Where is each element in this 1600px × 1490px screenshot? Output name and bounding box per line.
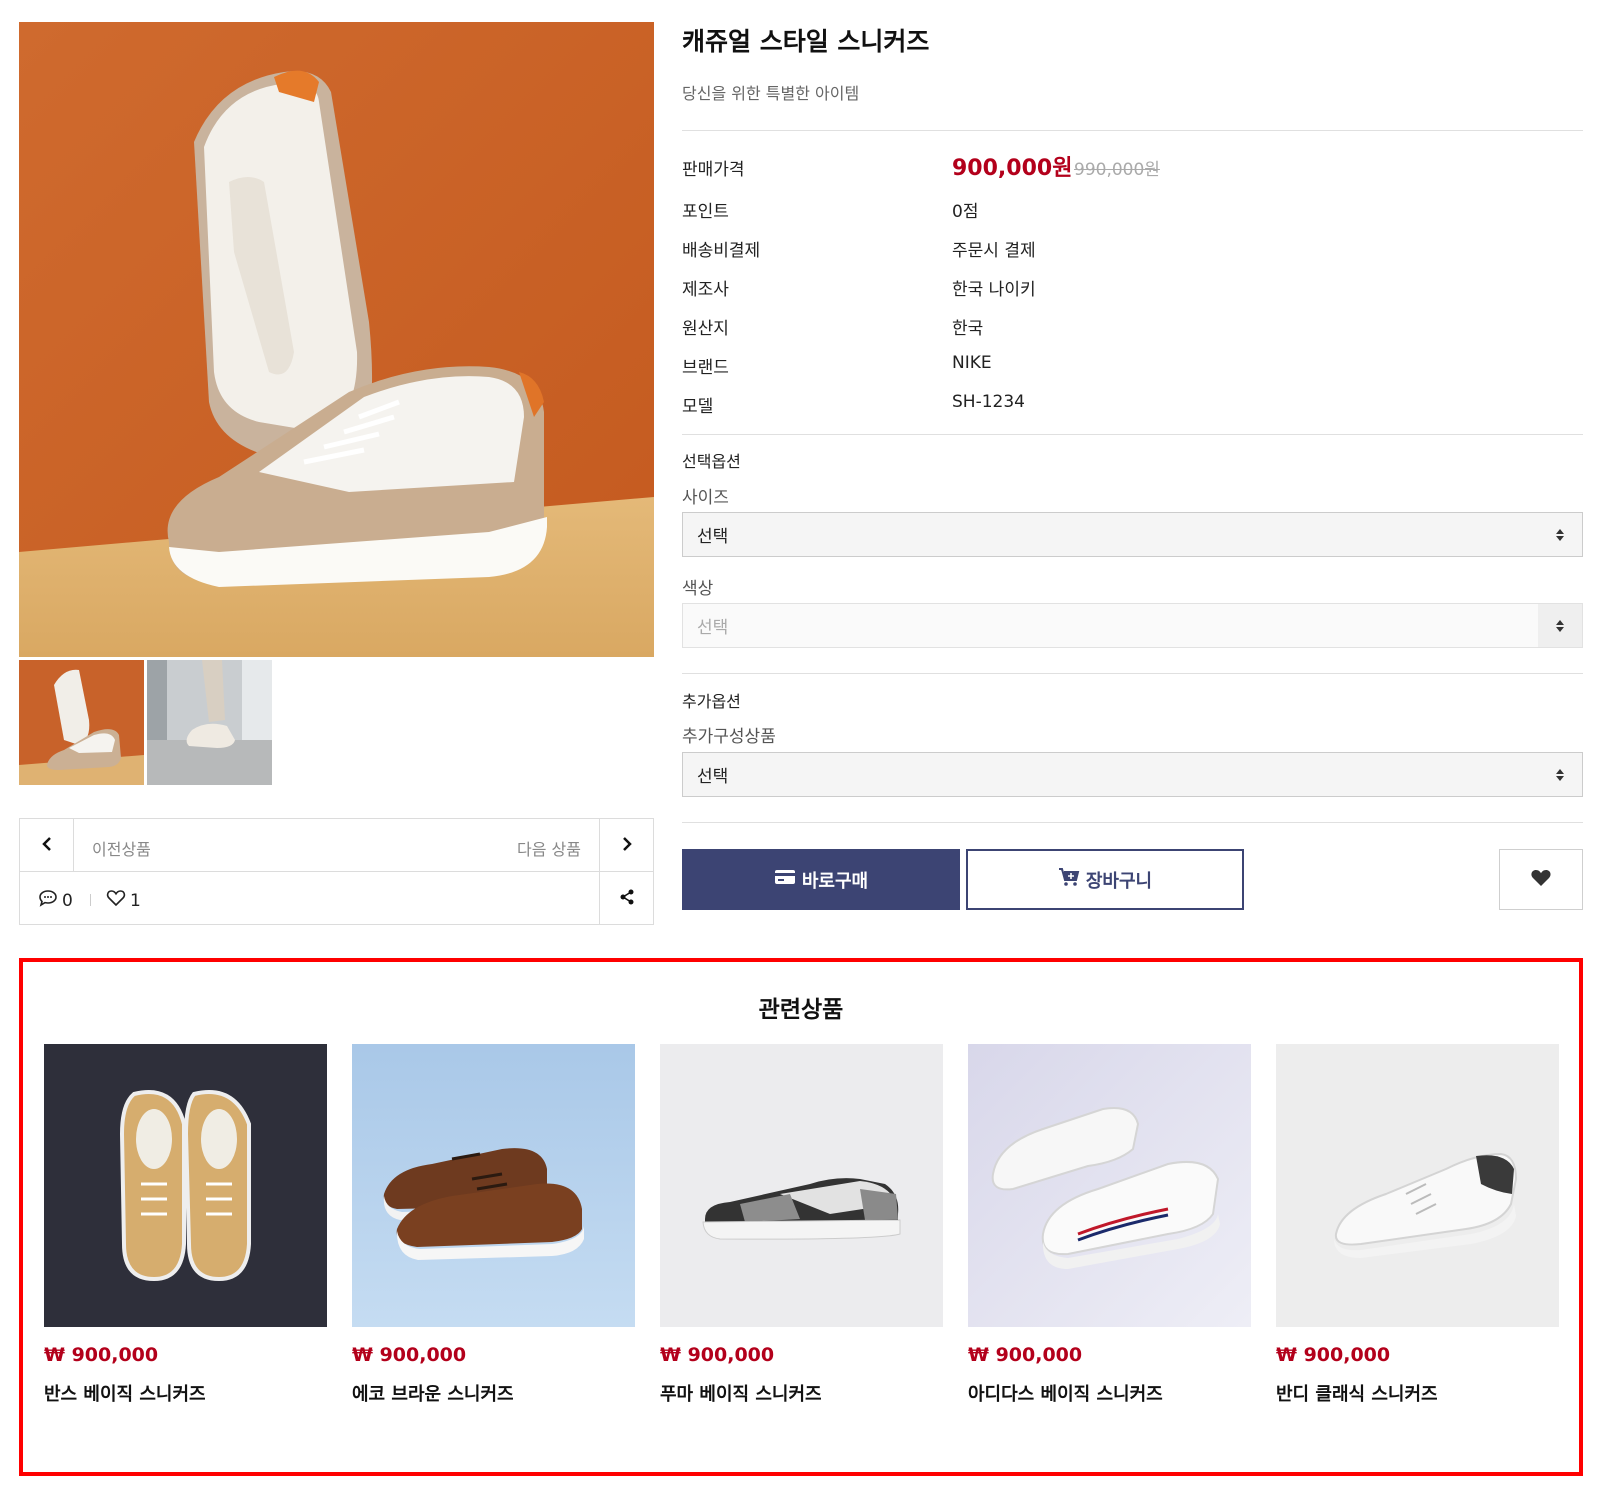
related-product-image[interactable]	[1276, 1044, 1559, 1327]
prev-product-link[interactable]: 이전상품	[92, 836, 151, 860]
info-value-manufacturer: 한국 나이키	[952, 280, 1036, 300]
divider	[682, 434, 1583, 435]
related-product-price: ₩ 900,000	[968, 1344, 1083, 1366]
main-product-image	[19, 22, 654, 657]
buy-now-label: 바로구매	[801, 870, 869, 892]
credit-card-icon	[774, 869, 796, 890]
product-title: 캐쥬얼 스타일 스니커즈	[682, 27, 930, 56]
related-product-name[interactable]: 반스 베이직 스니커즈	[44, 1380, 327, 1406]
extra-product-select[interactable]: 선택	[682, 752, 1583, 797]
related-products-section: 관련상품 ₩ 900,000 반스 베이직 스니커즈 ₩ 900,000 에코 …	[19, 958, 1583, 1476]
related-product-card[interactable]: ₩ 900,000 반스 베이직 스니커즈	[44, 1044, 327, 1406]
info-value-points: 0점	[952, 202, 979, 222]
info-label-manufacturer: 제조사	[682, 280, 729, 300]
related-product-card[interactable]: ₩ 900,000 아디다스 베이직 스니커즈	[968, 1044, 1251, 1406]
cart-plus-icon	[1058, 867, 1080, 892]
sort-arrows-icon	[1538, 604, 1582, 647]
prev-product-button[interactable]	[20, 819, 74, 872]
info-label-model: 모델	[682, 397, 714, 417]
related-product-card[interactable]: ₩ 900,000 반디 클래식 스니커즈	[1276, 1044, 1559, 1406]
price-label: 판매가격	[682, 160, 745, 180]
product-subtitle: 당신을 위한 특별한 아이템	[682, 84, 860, 103]
like-count[interactable]: 1	[106, 889, 141, 912]
divider	[90, 894, 91, 906]
related-product-price: ₩ 900,000	[1276, 1344, 1391, 1366]
related-product-image[interactable]	[660, 1044, 943, 1327]
related-product-card[interactable]: ₩ 900,000 푸마 베이직 스니커즈	[660, 1044, 943, 1406]
info-value-model: SH-1234	[952, 392, 1025, 412]
thumbnail-2[interactable]	[147, 660, 272, 785]
info-value-origin: 한국	[952, 319, 984, 339]
options-heading: 선택옵션	[682, 452, 741, 471]
chevron-left-icon	[40, 836, 54, 856]
info-label-points: 포인트	[682, 202, 729, 222]
related-product-name[interactable]: 푸마 베이직 스니커즈	[660, 1380, 943, 1406]
related-product-card[interactable]: ₩ 900,000 에코 브라운 스니커즈	[352, 1044, 635, 1406]
buy-now-button[interactable]: 바로구매	[682, 849, 960, 910]
share-icon	[619, 889, 635, 909]
original-price: 990,000원	[1074, 160, 1160, 180]
sort-arrows-icon	[1538, 753, 1582, 796]
next-product-link[interactable]: 다음 상품	[517, 836, 581, 860]
comment-count-value: 0	[62, 890, 73, 911]
info-value-brand: NIKE	[952, 353, 992, 373]
divider	[682, 130, 1583, 131]
product-navigation: 이전상품 다음 상품 0 1	[19, 818, 654, 925]
heart-icon	[1530, 868, 1552, 892]
add-to-cart-button[interactable]: 장바구니	[966, 849, 1244, 910]
sort-arrows-icon	[1538, 513, 1582, 556]
related-product-name[interactable]: 반디 클래식 스니커즈	[1276, 1380, 1559, 1406]
related-product-name[interactable]: 에코 브라운 스니커즈	[352, 1380, 635, 1406]
comment-count[interactable]: 0	[38, 889, 73, 912]
size-select-value: 선택	[697, 527, 729, 547]
color-select-value: 선택	[697, 618, 729, 638]
extra-options-heading: 추가옵션	[682, 692, 741, 711]
next-product-button[interactable]	[599, 819, 653, 872]
heart-outline-icon	[106, 889, 126, 912]
related-product-image[interactable]	[44, 1044, 327, 1327]
color-select[interactable]: 선택	[682, 603, 1583, 648]
chevron-right-icon	[620, 836, 634, 856]
color-label: 색상	[682, 579, 714, 599]
extra-select-value: 선택	[697, 767, 729, 787]
comment-icon	[38, 889, 58, 912]
wishlist-button[interactable]	[1499, 849, 1583, 910]
divider	[682, 673, 1583, 674]
info-label-brand: 브랜드	[682, 358, 729, 378]
size-label: 사이즈	[682, 488, 729, 508]
info-value-shipping: 주문시 결제	[952, 241, 1036, 261]
related-product-price: ₩ 900,000	[352, 1344, 467, 1366]
divider	[682, 822, 1583, 823]
thumbnail-1[interactable]	[19, 660, 144, 785]
like-count-value: 1	[130, 890, 141, 911]
related-product-price: ₩ 900,000	[44, 1344, 159, 1366]
related-product-name[interactable]: 아디다스 베이직 스니커즈	[968, 1380, 1251, 1406]
extra-product-label: 추가구성상품	[682, 727, 776, 747]
share-button[interactable]	[599, 872, 653, 925]
related-product-image[interactable]	[352, 1044, 635, 1327]
add-to-cart-label: 장바구니	[1085, 870, 1153, 892]
info-label-origin: 원산지	[682, 319, 729, 339]
related-product-image[interactable]	[968, 1044, 1251, 1327]
size-select[interactable]: 선택	[682, 512, 1583, 557]
info-label-shipping: 배송비결제	[682, 241, 761, 261]
related-product-price: ₩ 900,000	[660, 1344, 775, 1366]
related-products-title: 관련상품	[758, 997, 844, 1023]
sale-price: 900,000원	[952, 156, 1073, 181]
